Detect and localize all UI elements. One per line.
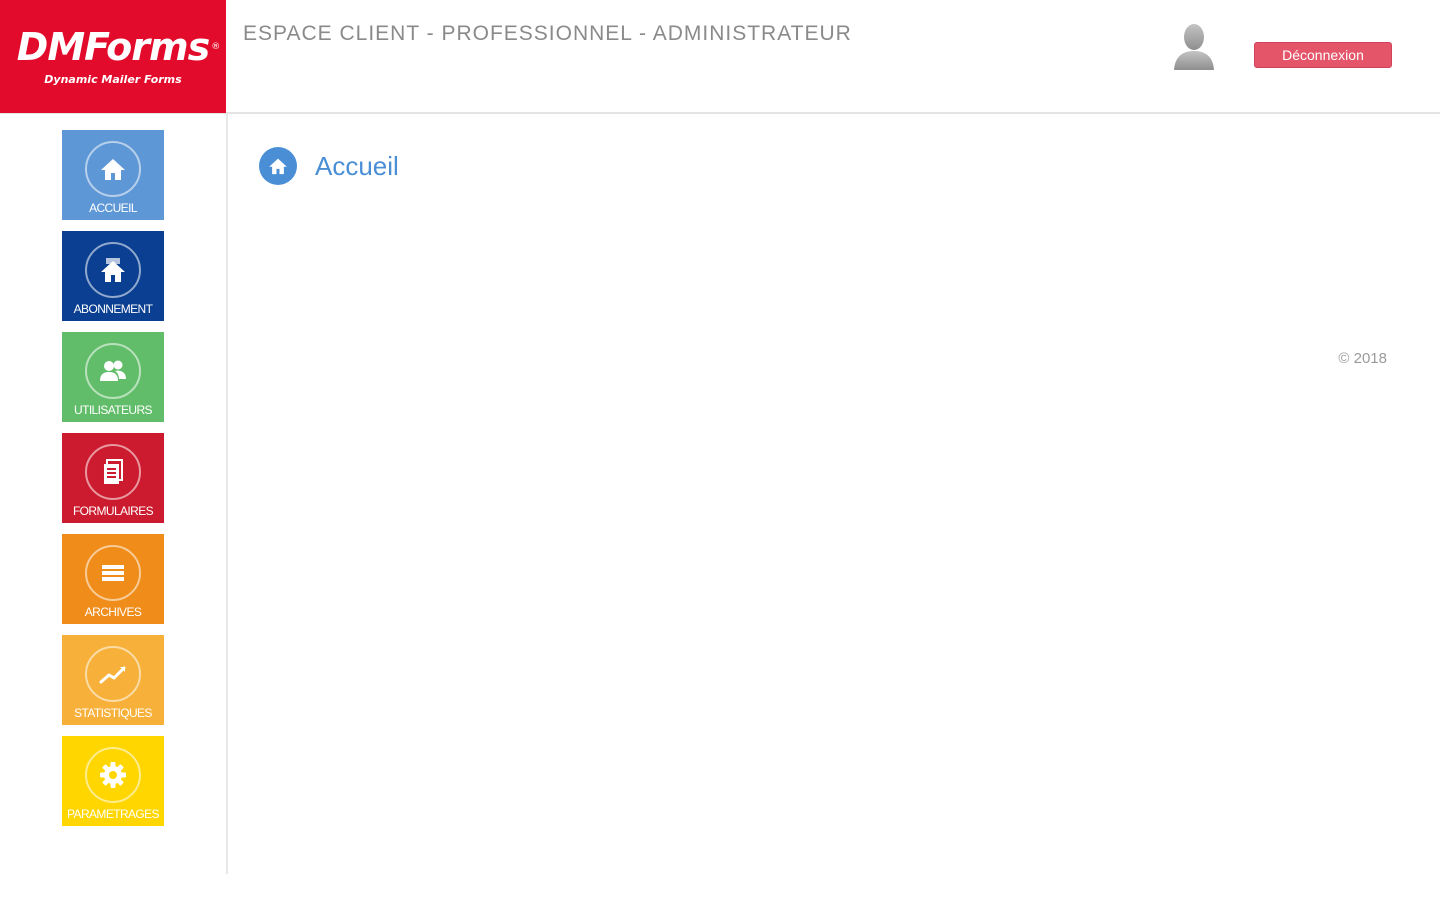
logo-registered-mark: ® (211, 42, 220, 52)
document-icon (98, 457, 128, 487)
sidebar-item-accueil[interactable]: ACCUEIL (62, 130, 164, 220)
sidebar-item-abonnement[interactable]: ABONNEMENT (62, 231, 164, 321)
sidebar-item-label: UTILISATEURS (74, 403, 153, 417)
house-card-icon (98, 255, 128, 285)
copyright-text: © 2018 (1338, 350, 1387, 367)
sidebar-item-archives[interactable]: ARCHIVES (62, 534, 164, 624)
list-icon (98, 558, 128, 588)
sidebar-item-statistiques[interactable]: STATISTIQUES (62, 635, 164, 725)
header-title: ESPACE CLIENT - PROFESSIONNEL - ADMINIST… (243, 22, 852, 45)
sidebar-item-parametrages[interactable]: PARAMETRAGES (62, 736, 164, 826)
sidebar-item-label: ARCHIVES (84, 605, 142, 619)
sidebar-item-label: FORMULAIRES (72, 504, 154, 518)
app-root: DMForms ® Dynamic Mailer Forms ESPACE CLI… (0, 0, 1440, 900)
sidebar-item-label: ACCUEIL (89, 201, 137, 215)
dmforms-logo[interactable]: DMForms ® Dynamic Mailer Forms (0, 0, 226, 113)
sidebar-item-label: STATISTIQUES (74, 706, 152, 720)
home-icon (98, 154, 128, 184)
user-silhouette-icon[interactable] (1170, 20, 1218, 74)
sidebar-item-utilisateurs[interactable]: UTILISATEURS (62, 332, 164, 422)
sidebar-item-label: ABONNEMENT (73, 302, 153, 316)
sidebar-item-formulaires[interactable]: FORMULAIRES (62, 433, 164, 523)
page-title: Accueil (315, 150, 399, 181)
sidebar-item-label: PARAMETRAGES (67, 807, 160, 821)
logo-name: DMForms (16, 25, 210, 69)
sidebar-nav: ACCUEIL ABONNEMENT UTILISATEURS FORMULAI… (0, 114, 228, 874)
gear-icon (98, 760, 128, 790)
page-heading: Accueil (259, 145, 399, 187)
trend-line-icon (98, 659, 128, 689)
users-icon (98, 356, 128, 386)
logo-tagline: Dynamic Mailer Forms (44, 73, 182, 86)
home-icon (259, 147, 297, 185)
top-header: DMForms ® Dynamic Mailer Forms ESPACE CLI… (0, 0, 1440, 114)
logout-button[interactable]: Déconnexion (1254, 42, 1392, 68)
